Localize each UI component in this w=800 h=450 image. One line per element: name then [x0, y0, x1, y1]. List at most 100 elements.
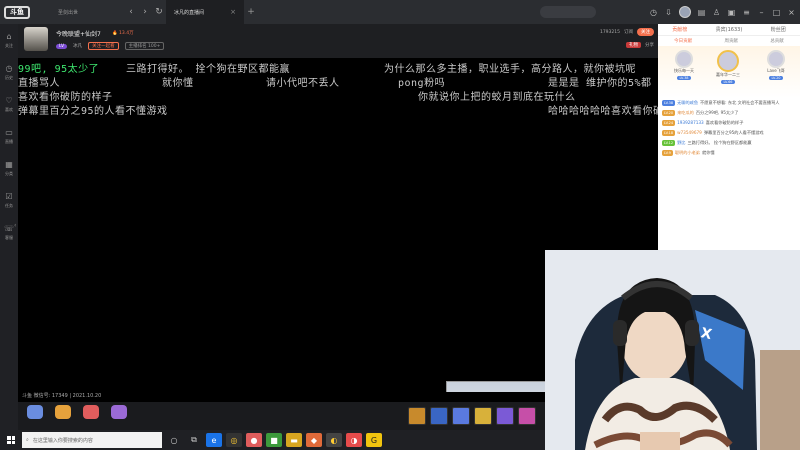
- gift-tag[interactable]: 礼物: [626, 42, 641, 48]
- app-icon-6[interactable]: G: [366, 433, 382, 447]
- contributor-badge: LV.38: [677, 76, 691, 80]
- top-contributor[interactable]: 嘉年华一二三 LV.66: [710, 50, 746, 84]
- chat-username[interactable]: 无聊的咸鱼: [677, 100, 698, 105]
- chat-message: LV.38 无聊的咸鱼 不愿意不想看: 东北 文明社会不要直播骂人: [662, 100, 796, 106]
- title-search-input[interactable]: [540, 6, 596, 18]
- task-view-icon[interactable]: ○: [166, 433, 182, 447]
- app-icon-2[interactable]: ●: [246, 433, 262, 447]
- treasure-button[interactable]: [80, 405, 102, 427]
- sidebar-item-label: 历史: [5, 74, 13, 80]
- gift-slot-5[interactable]: [496, 407, 514, 425]
- tab-home[interactable]: 圣剑出世: [34, 0, 124, 24]
- taskbar-search[interactable]: ⌕ 在这里输入你要搜索的内容: [22, 432, 162, 448]
- refresh-icon[interactable]: ↻: [152, 7, 166, 17]
- danmaku-comment: 直播骂人: [18, 78, 60, 89]
- right-panel: 贡献榜 贵宾(1633) 粉丝团 今日贡献 周贡献 总贡献 快乐每一天 LV.38 嘉年…: [658, 24, 800, 250]
- start-button[interactable]: [0, 430, 22, 450]
- tab-label: 冰凡的直播间: [174, 9, 205, 16]
- new-tab-icon[interactable]: +: [244, 7, 258, 17]
- top-contributor[interactable]: Lave飞哥 LV.20: [758, 50, 794, 80]
- app-icon-1[interactable]: ◎: [226, 433, 242, 447]
- windows-taskbar: ⌕ 在这里输入你要搜索的内容 ○ ⧉ e ◎ ● ■ ▬ ◆ ◐ ◑ G: [0, 430, 545, 450]
- gift-slot-6[interactable]: [518, 407, 536, 425]
- app-icon-5[interactable]: ◐: [326, 433, 342, 447]
- follow-main-button[interactable]: 关注: [637, 28, 654, 36]
- sidebar-item-label: 直播: [5, 138, 13, 144]
- chat-username[interactable]: w73549679: [677, 130, 702, 135]
- trophy-button[interactable]: [52, 405, 74, 427]
- chat-username[interactable]: 野比: [677, 140, 685, 145]
- ranking-tab-1[interactable]: 贵宾(1633): [716, 26, 743, 33]
- sidebar-item-label: 客服: [5, 234, 13, 240]
- download-icon[interactable]: ⇩: [664, 8, 673, 17]
- top-contributors: 快乐每一天 LV.38 嘉年华一二三 LV.66 Lave飞哥 LV.20: [658, 46, 800, 98]
- title-bar: 斗鱼 圣剑出世 ‹ › ↻ 冰凡的直播间 × + ◷ ⇩ ▤ ♙ ▣ ≡ – □…: [0, 0, 800, 24]
- gift-slot-1[interactable]: [408, 407, 426, 425]
- danmaku-comment: 为什么那么多主播，职业选手，高分路人，就你被坑呢: [384, 64, 636, 75]
- sidebar-item-0[interactable]: ⌂ 关注: [0, 24, 18, 56]
- back-icon[interactable]: ‹: [124, 7, 138, 17]
- gift-icon[interactable]: ▣: [727, 8, 736, 17]
- ranking-tab-0[interactable]: 贡献榜: [672, 26, 687, 33]
- close-tab-icon[interactable]: ×: [230, 8, 236, 16]
- ranking-subtab-1[interactable]: 周贡献: [724, 38, 738, 44]
- forward-icon[interactable]: ›: [138, 7, 152, 17]
- chat-username[interactable]: 1939287133: [677, 120, 704, 125]
- grid-icon: ▦: [5, 159, 13, 169]
- sidebar-item-3[interactable]: ▭ 直播: [0, 120, 18, 152]
- app-logo[interactable]: 斗鱼: [0, 0, 34, 24]
- menu-icon[interactable]: ≡: [742, 8, 751, 17]
- logo-text: 斗鱼: [4, 5, 30, 19]
- close-window-icon[interactable]: ×: [787, 8, 796, 17]
- chat-message: LV.20 来吃瓜的 百分之99吧, 95太少了: [662, 110, 796, 116]
- folder-icon[interactable]: ▬: [286, 433, 302, 447]
- hall-button[interactable]: [108, 405, 130, 427]
- douyu-icon[interactable]: ◑: [346, 433, 362, 447]
- chat-text: 不愿意不想看: 东北 文明社会不要直播骂人: [700, 100, 780, 105]
- gift-slot-3[interactable]: [452, 407, 470, 425]
- sidebar-item-5[interactable]: ☑ 任务: [0, 184, 18, 216]
- sidebar-item-1[interactable]: ◷ 历史: [0, 56, 18, 88]
- user-level-badge: LV.24: [662, 120, 676, 126]
- tab-stream-room[interactable]: 冰凡的直播间 ×: [166, 0, 244, 24]
- ranking-subtab-2[interactable]: 总贡献: [770, 38, 784, 44]
- gift-slot-4[interactable]: [474, 407, 492, 425]
- top-contributor[interactable]: 快乐每一天 LV.38: [666, 50, 702, 80]
- contributor-avatar: [767, 50, 785, 68]
- follow-button[interactable]: 关注一起看: [88, 42, 119, 50]
- ranking-subtab-0[interactable]: 今日贡献: [674, 38, 692, 44]
- rank-button[interactable]: 主播排名 100+: [124, 42, 165, 50]
- edge-icon[interactable]: e: [206, 433, 222, 447]
- hall-icon: [111, 405, 127, 419]
- chat-list: LV.38 无聊的咸鱼 不愿意不想看: 东北 文明社会不要直播骂人 LV.20 来吃瓜的…: [658, 98, 800, 162]
- streamer-avatar[interactable]: [24, 27, 48, 51]
- minimize-icon[interactable]: –: [757, 8, 766, 17]
- sidebar-item-2[interactable]: ♡ 喜欢: [0, 88, 18, 120]
- contributor-name: 快乐每一天: [674, 68, 694, 73]
- ranking-subtabs: 今日贡献 周贡献 总贡献: [658, 36, 800, 46]
- widgets-icon[interactable]: ⧉: [186, 433, 202, 447]
- clock-icon[interactable]: ◷: [649, 8, 658, 17]
- chat-text: 弹幕里百分之95的人看不懂游戏: [703, 130, 764, 135]
- taskbar-search-placeholder: 在这里输入你要搜索的内容: [32, 437, 93, 444]
- streamer-name[interactable]: 冰凡: [73, 43, 82, 49]
- sidebar-item-label: 喜欢: [5, 106, 13, 112]
- app-icon-3[interactable]: ■: [266, 433, 282, 447]
- app-icon-4[interactable]: ◆: [306, 433, 322, 447]
- sidebar-item-4[interactable]: ▦ 分类: [0, 152, 18, 184]
- shirt-icon[interactable]: ♙: [712, 8, 721, 17]
- maximize-icon[interactable]: □: [772, 8, 781, 17]
- picture-in-picture-ad[interactable]: [446, 381, 560, 392]
- header-right-row2: 礼物 分享: [626, 42, 654, 48]
- fans-badge-button[interactable]: [24, 405, 46, 427]
- gift-slot-2[interactable]: [430, 407, 448, 425]
- user-avatar[interactable]: [679, 6, 691, 18]
- chat-username[interactable]: 来吃瓜的: [677, 110, 694, 115]
- share-button[interactable]: 分享: [645, 42, 654, 48]
- subscribe-button[interactable]: 订阅: [624, 29, 633, 35]
- ranking-tab-2[interactable]: 粉丝团: [771, 26, 786, 33]
- trophy-icon: [55, 405, 71, 419]
- danmaku-comment: 99吧, 95太少了: [18, 64, 100, 75]
- chat-username[interactable]: 聪明的小老弟: [675, 150, 700, 155]
- task-icon[interactable]: ▤: [697, 8, 706, 17]
